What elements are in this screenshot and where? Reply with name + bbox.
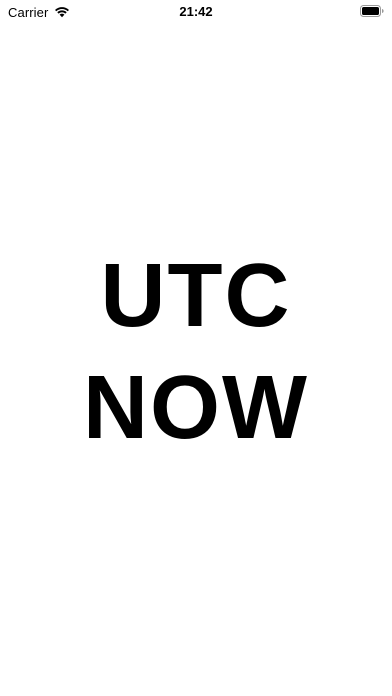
headline-now: NOW [83,358,309,458]
battery-icon [360,5,384,17]
main-content: UTC NOW [0,240,392,464]
headline-utc: UTC [100,246,292,346]
status-bar: Carrier 21:42 [0,0,392,24]
clock-time: 21:42 [179,4,213,19]
